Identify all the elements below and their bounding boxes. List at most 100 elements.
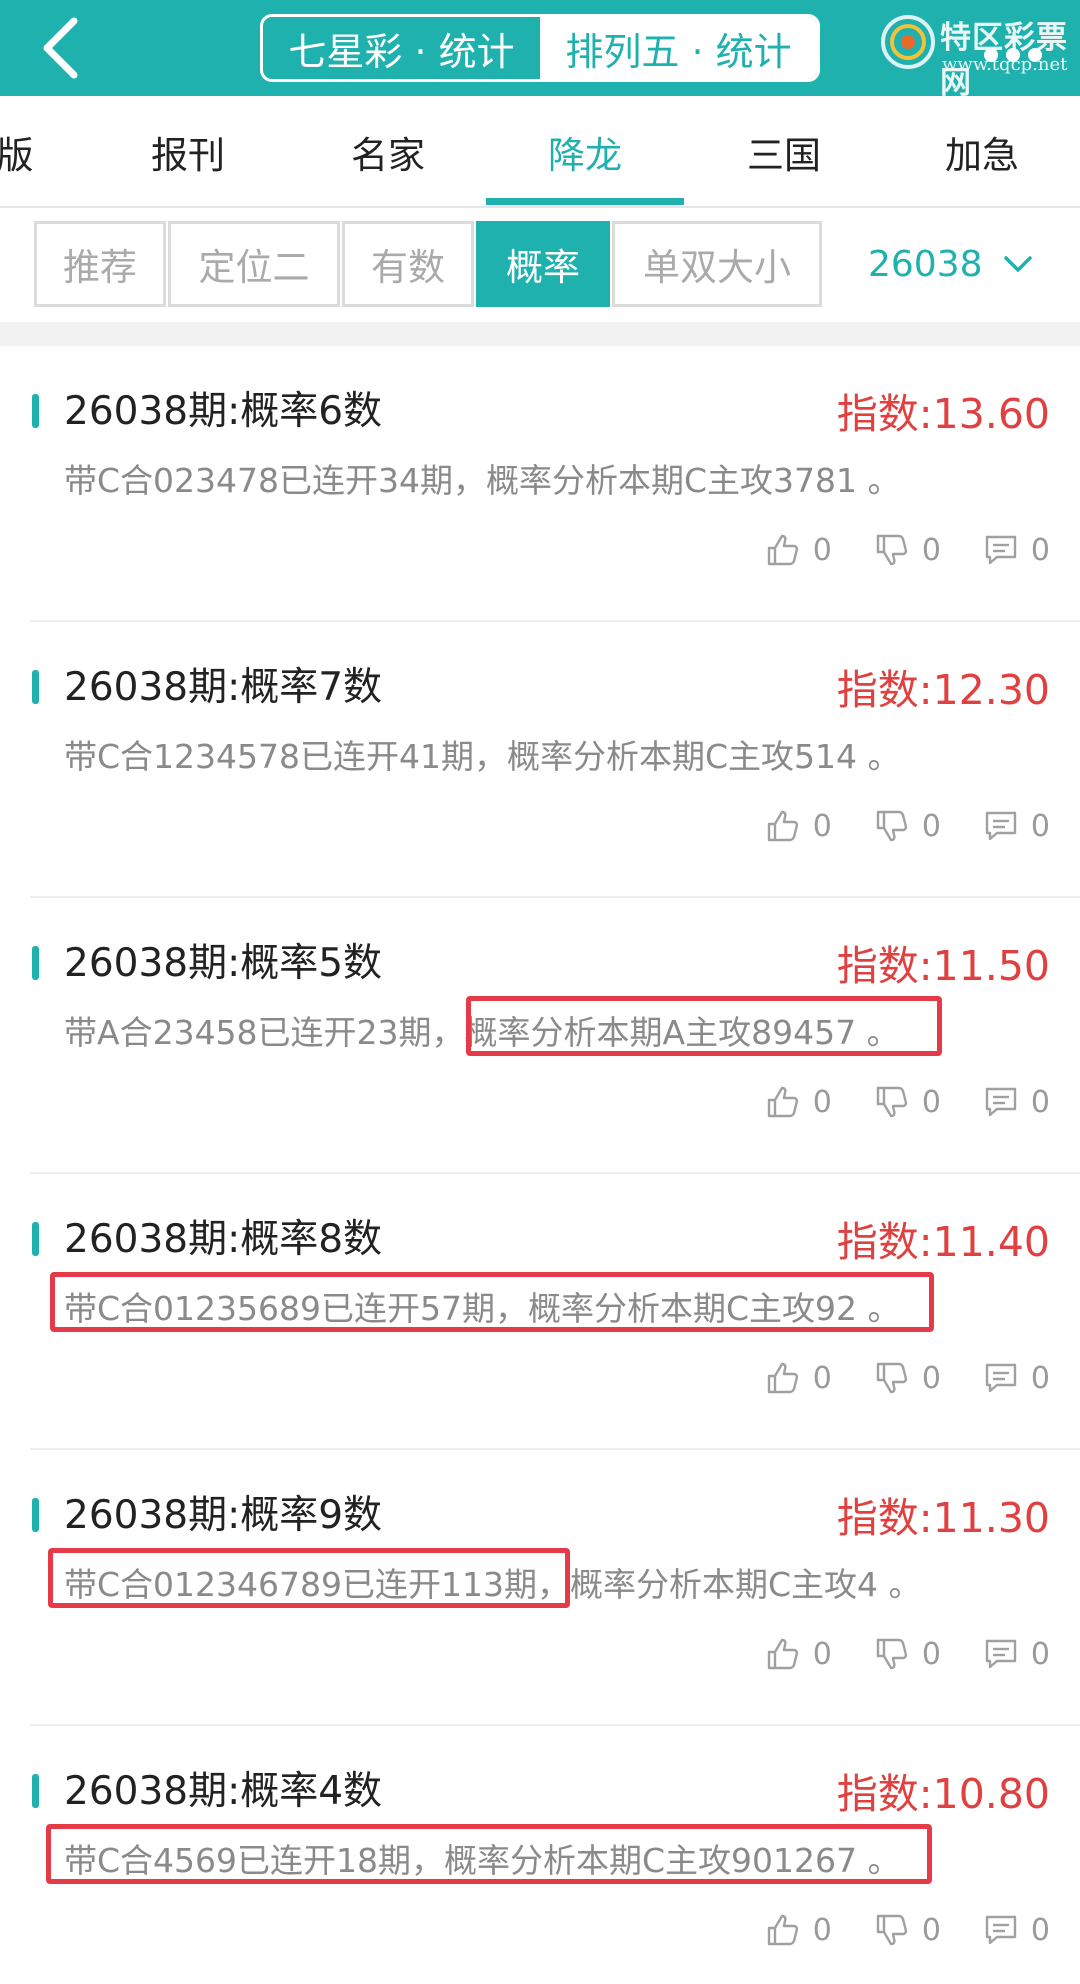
site-logo: 特区彩票网 www.tqcp.net	[878, 8, 1078, 101]
card-title: 26038期:概率5数	[64, 941, 383, 986]
highlight-box	[48, 1548, 570, 1608]
card-actions: 0 0 0	[723, 1360, 1050, 1396]
card-accent-bar	[32, 1774, 39, 1808]
comment-button[interactable]: 0	[983, 1084, 1050, 1120]
tab-sanguo[interactable]: 三国	[684, 96, 884, 208]
comment-count: 0	[1030, 1636, 1050, 1672]
dislike-count: 0	[921, 532, 941, 568]
subtab-gailv[interactable]: 概率	[476, 221, 610, 307]
card-actions: 0 0 0	[723, 532, 1050, 568]
dislike-count: 0	[921, 1084, 941, 1120]
tab-ban[interactable]: 版	[0, 96, 50, 208]
like-count: 0	[812, 1636, 832, 1672]
card-index: 指数:11.30	[836, 1494, 1050, 1542]
card-description: 带C合023478已连开34期，概率分析本期C主攻3781 。	[64, 461, 901, 500]
more-dot-icon	[984, 48, 998, 62]
thumbs-up-icon	[767, 1914, 798, 1946]
comment-count: 0	[1030, 1360, 1050, 1396]
active-tab-indicator	[486, 198, 684, 205]
forecast-card[interactable]: 26038期:概率4数 指数:10.80 带C合4569已连开18期，概率分析本…	[0, 1726, 1080, 1984]
more-menu[interactable]	[984, 48, 1042, 62]
like-count: 0	[812, 1912, 832, 1948]
comment-button[interactable]: 0	[983, 1360, 1050, 1396]
forecast-card[interactable]: 26038期:概率7数 指数:12.30 带C合1234578已连开41期，概率…	[0, 622, 1080, 898]
dislike-count: 0	[921, 808, 941, 844]
comment-count: 0	[1030, 1084, 1050, 1120]
card-accent-bar	[32, 946, 39, 980]
card-index: 指数:13.60	[836, 390, 1050, 438]
more-dot-icon	[1028, 48, 1042, 62]
card-title: 26038期:概率4数	[64, 1769, 383, 1814]
card-title: 26038期:概率6数	[64, 389, 383, 434]
card-title: 26038期:概率9数	[64, 1493, 383, 1538]
comment-icon	[985, 1363, 1017, 1393]
like-button[interactable]: 0	[765, 1636, 832, 1672]
like-button[interactable]: 0	[765, 1084, 832, 1120]
tab-jiaji[interactable]: 加急	[882, 96, 1080, 208]
tab-baokan[interactable]: 报刊	[88, 96, 288, 208]
like-button[interactable]: 0	[765, 808, 832, 844]
card-actions: 0 0 0	[723, 1084, 1050, 1120]
subtab-tuijian[interactable]: 推荐	[34, 221, 166, 307]
card-index: 指数:11.50	[836, 942, 1050, 990]
thumbs-up-icon	[767, 534, 798, 566]
thumbs-up-icon	[767, 810, 798, 842]
dislike-button[interactable]: 0	[874, 532, 941, 568]
thumbs-up-icon	[767, 1086, 798, 1118]
thumbs-down-icon	[876, 810, 908, 842]
card-description: 带C合1234578已连开41期，概率分析本期C主攻514 。	[64, 737, 901, 776]
thumbs-down-icon	[876, 1914, 908, 1946]
subtab-youshu[interactable]: 有数	[342, 221, 474, 307]
forecast-card[interactable]: 26038期:概率5数 指数:11.50 带A合23458已连开23期，概率分析…	[0, 898, 1080, 1174]
like-count: 0	[812, 532, 832, 568]
period-select[interactable]: 26038	[868, 221, 1033, 307]
segment-pailiewu[interactable]: 排列五 · 统计	[540, 17, 817, 79]
card-accent-bar	[32, 1498, 39, 1532]
like-count: 0	[812, 1360, 832, 1396]
dislike-button[interactable]: 0	[874, 1084, 941, 1120]
thumbs-down-icon	[876, 1638, 908, 1670]
highlight-box	[46, 1824, 932, 1884]
comment-button[interactable]: 0	[983, 1912, 1050, 1948]
segment-qixingcai[interactable]: 七星彩 · 统计	[263, 17, 540, 79]
subtab-dingweier[interactable]: 定位二	[168, 221, 340, 307]
card-actions: 0 0 0	[723, 1636, 1050, 1672]
tab-xianglong[interactable]: 降龙	[486, 96, 684, 208]
thumbs-down-icon	[876, 534, 908, 566]
category-tabs: 版 报刊 名家 降龙 三国 加急	[0, 96, 1080, 208]
tab-mingjia[interactable]: 名家	[288, 96, 488, 208]
dislike-count: 0	[921, 1636, 941, 1672]
dislike-button[interactable]: 0	[874, 808, 941, 844]
card-actions: 0 0 0	[723, 1912, 1050, 1948]
highlight-box	[466, 996, 942, 1056]
forecast-card[interactable]: 26038期:概率8数 指数:11.40 带C合01235689已连开57期，概…	[0, 1174, 1080, 1450]
subtab-danshuangdaxiao[interactable]: 单双大小	[612, 221, 822, 307]
dislike-button[interactable]: 0	[874, 1636, 941, 1672]
card-index: 指数:10.80	[836, 1770, 1050, 1818]
thumbs-up-icon	[767, 1638, 798, 1670]
comment-button[interactable]: 0	[983, 808, 1050, 844]
like-count: 0	[812, 808, 832, 844]
dislike-button[interactable]: 0	[874, 1912, 941, 1948]
dislike-count: 0	[921, 1912, 941, 1948]
like-count: 0	[812, 1084, 832, 1120]
section-divider	[0, 322, 1080, 346]
card-accent-bar	[32, 670, 39, 704]
card-title: 26038期:概率8数	[64, 1217, 383, 1262]
highlight-box	[50, 1272, 934, 1332]
like-button[interactable]: 0	[765, 1912, 832, 1948]
forecast-card[interactable]: 26038期:概率6数 指数:13.60 带C合023478已连开34期，概率分…	[0, 346, 1080, 622]
chevron-left-icon	[43, 17, 78, 79]
comment-button[interactable]: 0	[983, 1636, 1050, 1672]
like-button[interactable]: 0	[765, 532, 832, 568]
period-value: 26038	[868, 243, 983, 285]
back-button[interactable]	[30, 14, 90, 82]
forecast-card[interactable]: 26038期:概率9数 指数:11.30 带C合012346789已连开113期…	[0, 1450, 1080, 1726]
comment-icon	[985, 1915, 1017, 1945]
comment-count: 0	[1030, 1912, 1050, 1948]
like-button[interactable]: 0	[765, 1360, 832, 1396]
comment-count: 0	[1030, 808, 1050, 844]
dislike-button[interactable]: 0	[874, 1360, 941, 1396]
comment-button[interactable]: 0	[983, 532, 1050, 568]
card-title: 26038期:概率7数	[64, 665, 383, 710]
